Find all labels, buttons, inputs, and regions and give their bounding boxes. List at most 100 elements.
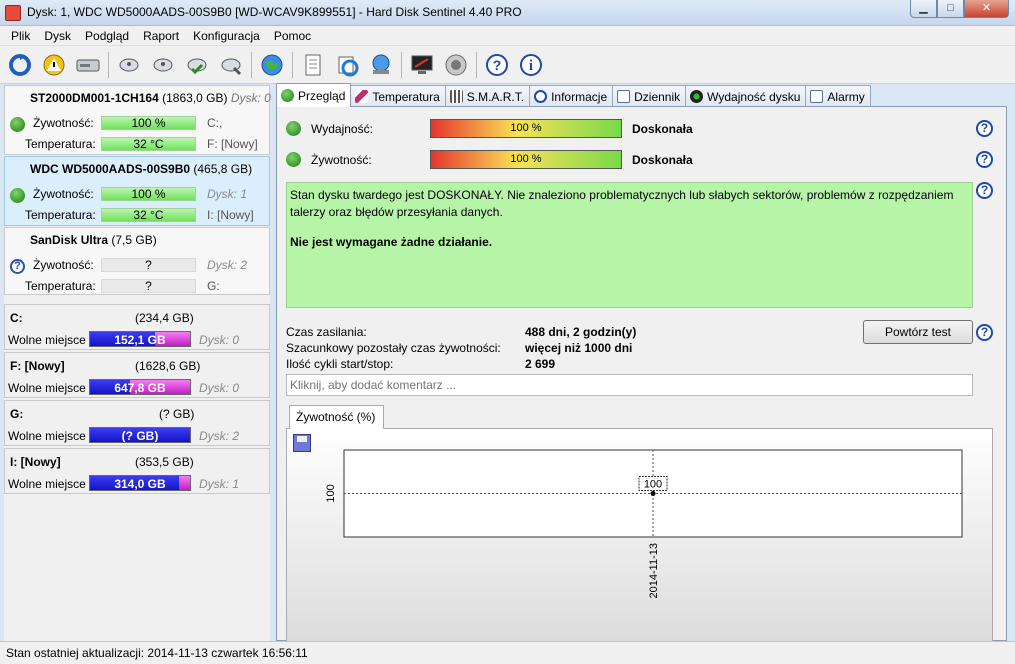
volume-item[interactable]: F: [Nowy] (1628,6 GB) Wolne miejsce 647,…: [4, 352, 270, 398]
performance-label: Wydajność:: [311, 122, 373, 136]
volume-disk: Dysk: 1: [199, 477, 240, 491]
temperature-label: Temperatura:: [25, 279, 96, 293]
tab-przeglad[interactable]: Przegląd: [276, 83, 352, 107]
disk-info-button[interactable]: [149, 51, 177, 79]
network-button[interactable]: [367, 51, 395, 79]
toolbar-separator: [292, 51, 293, 78]
monitor-button[interactable]: [408, 51, 436, 79]
free-space-value: (? GB): [121, 429, 159, 443]
window-title: Dysk: 1, WDC WD5000AADS-00S9B0 [WD-WCAV9…: [27, 5, 522, 19]
tab-dziennik[interactable]: Dziennik: [612, 85, 687, 107]
help-icon[interactable]: ?: [976, 151, 993, 168]
status-bar: Stan ostatniej aktualizacji: 2014-11-13 …: [0, 641, 1015, 664]
performance-rating: Doskonała: [632, 122, 693, 136]
health-label: Żywotność:: [33, 116, 94, 130]
status-text: Stan dysku twardego jest DOSKONAŁY. Nie …: [290, 188, 954, 219]
disk-name: WDC WD5000AADS-00S9B0: [30, 162, 191, 176]
tab-temperatura[interactable]: Temperatura: [350, 85, 446, 107]
menu-pomoc[interactable]: Pomoc: [267, 29, 318, 43]
alert-button[interactable]: [40, 51, 68, 79]
disk-info-icon: [153, 58, 173, 71]
drive-letters: G:: [207, 279, 220, 293]
volume-item[interactable]: G: (? GB) Wolne miejsce (? GB) Dysk: 2: [4, 400, 270, 446]
free-space-bar: 647,8 GB: [89, 379, 191, 395]
speaker-icon: [445, 54, 467, 75]
disk-item[interactable]: SanDisk Ultra (7,5 GB) ? Żywotność: ? Dy…: [4, 227, 270, 295]
tab-label: Temperatura: [372, 89, 440, 104]
tab-label: Wydajność dysku: [707, 89, 801, 104]
refresh-button[interactable]: [6, 51, 34, 79]
free-space-label: Wolne miejsce: [8, 429, 86, 443]
disk-name: SanDisk Ultra: [30, 233, 109, 247]
menu-plik[interactable]: Plik: [4, 29, 37, 43]
volume-item[interactable]: C: (234,4 GB) Wolne miejsce 152,1 GB Dys…: [4, 304, 270, 350]
free-space-label: Wolne miejsce: [8, 477, 86, 491]
disk-scan-icon: [119, 58, 139, 71]
tab-wydajnosc[interactable]: Wydajność dysku: [685, 85, 807, 107]
send-report-button[interactable]: [333, 51, 361, 79]
status-ok-icon: [286, 121, 301, 136]
action-text: Nie jest wymagane żadne działanie.: [290, 235, 493, 249]
disk-repair-button[interactable]: [217, 51, 245, 79]
sound-button[interactable]: [442, 51, 470, 79]
volume-item[interactable]: I: [Nowy] (353,5 GB) Wolne miejsce 314,0…: [4, 448, 270, 494]
disk-header: WDC WD5000AADS-00S9B0 (465,8 GB): [30, 162, 252, 176]
tab-alarmy[interactable]: Alarmy: [805, 85, 871, 107]
report-button[interactable]: [299, 51, 327, 79]
volume-disk: Dysk: 2: [199, 429, 240, 443]
toolbar-separator: [251, 51, 252, 78]
monitor-icon: [411, 55, 433, 74]
health-bar: 100 %: [430, 150, 622, 169]
volume-disk: Dysk: 0: [199, 333, 240, 347]
volume-name: F: [Nowy]: [10, 359, 65, 373]
health-label: Żywotność:: [33, 187, 94, 201]
drive-letters: I: [Nowy]: [207, 208, 254, 222]
health-bar: 100 %: [101, 187, 196, 201]
tab-label: Dziennik: [634, 89, 681, 104]
health-bar: 100 %: [101, 116, 196, 130]
minimize-button[interactable]: ▁: [910, 0, 937, 18]
tab-smart[interactable]: S.M.A.R.T.: [444, 85, 531, 107]
help-button[interactable]: ?: [483, 51, 511, 79]
toolbar-separator: [108, 51, 109, 78]
overview-page: Wydajność: 100 % Doskonała ? Żywotność: …: [276, 106, 1007, 642]
tab-health-chart[interactable]: Żywotność (%): [289, 405, 384, 429]
performance-bar: 100 %: [430, 119, 622, 138]
help-icon[interactable]: ?: [976, 120, 993, 137]
disk-item[interactable]: ST2000DM001-1CH164 (1863,0 GB) Dysk: 0 Ż…: [4, 85, 271, 155]
disk-check-button[interactable]: [183, 51, 211, 79]
close-button[interactable]: ✕: [964, 0, 1009, 18]
globe-icon: [261, 54, 283, 75]
y-tick-label: 100: [325, 484, 337, 502]
info-icon: [534, 90, 548, 103]
data-point: [650, 491, 656, 496]
health-chart: 100 2014-11-13 100: [325, 449, 963, 598]
volume-size: (1628,6 GB): [135, 359, 201, 373]
cycles-value: 2 699: [525, 357, 556, 371]
retest-button[interactable]: Powtórz test: [863, 320, 973, 344]
maximize-button[interactable]: □: [937, 0, 964, 18]
menu-podglad[interactable]: Podgląd: [78, 29, 136, 43]
tab-informacje[interactable]: Informacje: [529, 85, 614, 107]
menu-dysk[interactable]: Dysk: [37, 29, 78, 43]
gauge-icon: [690, 90, 704, 103]
web-button[interactable]: [258, 51, 286, 79]
thermometer-icon: [355, 90, 369, 103]
free-space-value: 314,0 GB: [114, 477, 166, 491]
toolbar-separator: [401, 51, 402, 78]
volume-name: I: [Nowy]: [10, 455, 61, 469]
help-icon[interactable]: ?: [976, 182, 993, 199]
free-space-bar: 152,1 GB: [89, 331, 191, 347]
window-controls: ▁ □ ✕: [910, 0, 1009, 18]
menu-konfiguracja[interactable]: Konfiguracja: [186, 29, 267, 43]
app-icon: [5, 5, 21, 21]
menu-raport[interactable]: Raport: [136, 29, 186, 43]
help-icon[interactable]: ?: [976, 324, 993, 341]
temperature-bar: 32 °C: [101, 137, 196, 151]
about-button[interactable]: i: [517, 51, 545, 79]
right-panel: Przegląd Temperatura S.M.A.R.T. Informac…: [273, 83, 1007, 642]
disk-item-selected[interactable]: WDC WD5000AADS-00S9B0 (465,8 GB) Żywotno…: [4, 156, 270, 226]
comment-input[interactable]: [286, 374, 973, 396]
disk-test-button[interactable]: [115, 51, 143, 79]
disk-button[interactable]: [74, 51, 102, 79]
